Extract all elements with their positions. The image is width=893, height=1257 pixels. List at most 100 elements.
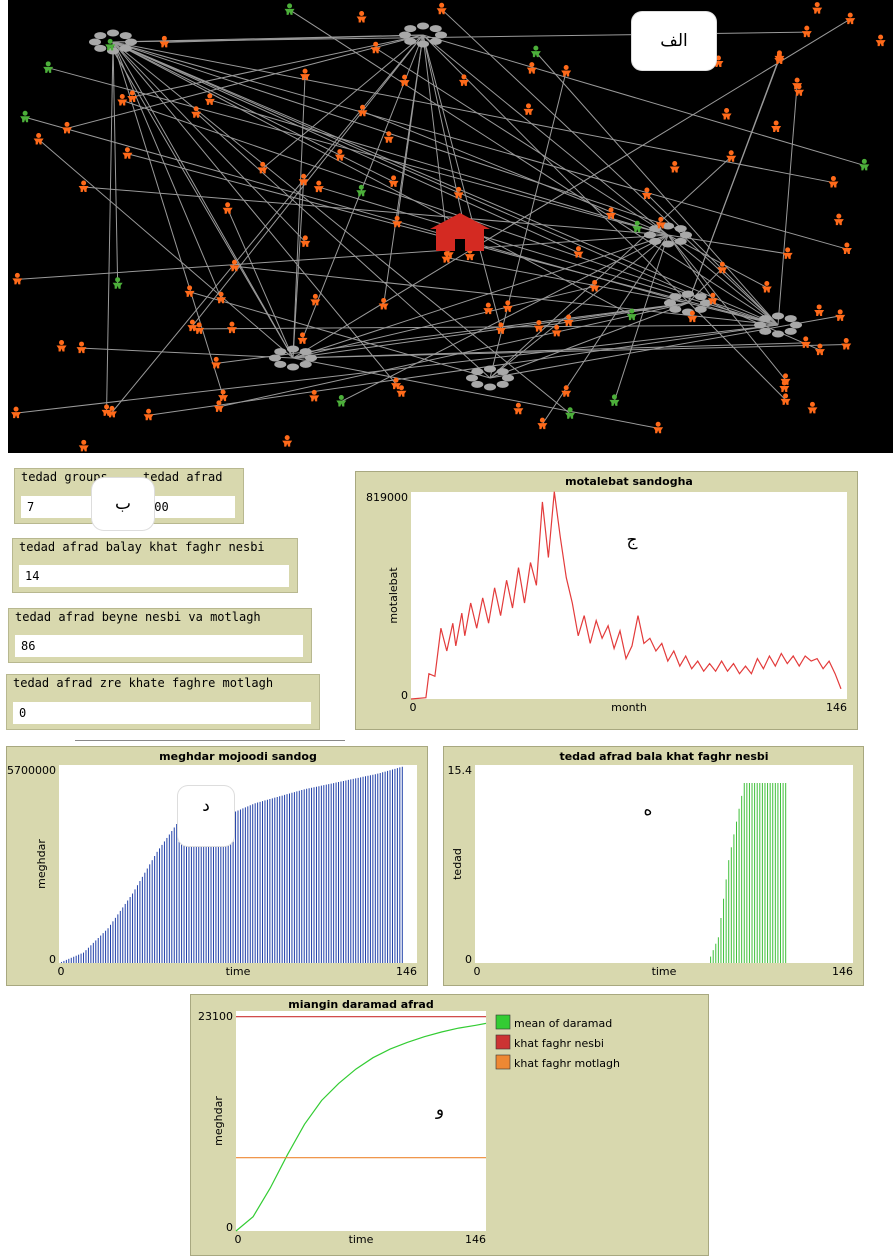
y-tick-label: 15.4 xyxy=(448,764,473,777)
legend-label: khat faghr motlagh xyxy=(514,1057,620,1070)
person-icon xyxy=(282,435,293,447)
person-icon xyxy=(159,35,170,48)
person-icon xyxy=(76,341,87,354)
legend-label: mean of daramad xyxy=(514,1017,612,1030)
person-icon xyxy=(721,107,732,120)
person-icon xyxy=(226,321,237,334)
plot-title: motalebat sandogha xyxy=(565,475,693,488)
person-icon xyxy=(561,64,572,77)
person-icon xyxy=(11,406,22,419)
person-icon xyxy=(211,356,222,369)
y-axis-label: tedad xyxy=(451,848,464,880)
legend-swatch xyxy=(495,1054,511,1070)
x-axis-label: time xyxy=(226,965,251,978)
person-icon xyxy=(761,280,772,293)
person-icon xyxy=(310,293,321,306)
person-icon xyxy=(257,161,268,174)
person-icon xyxy=(284,3,295,15)
person-icon xyxy=(383,131,394,143)
person-icon xyxy=(526,62,537,74)
person-icon xyxy=(143,408,154,421)
x-tick-label: 0 xyxy=(58,965,65,978)
person-icon xyxy=(875,34,886,47)
monitor-value-between: 86 xyxy=(15,635,303,657)
callout-d: د xyxy=(178,786,234,846)
person-icon xyxy=(117,93,128,106)
monitor-value-below-absolute: 0 xyxy=(13,702,311,724)
person-icon xyxy=(513,402,524,415)
callout-e: ه xyxy=(643,800,653,820)
house-icon xyxy=(430,213,490,251)
person-icon xyxy=(78,180,89,192)
plot-title: miangin daramad afrad xyxy=(288,998,433,1011)
y-tick-label: 819000 xyxy=(366,491,408,504)
legend-swatch xyxy=(495,1014,511,1030)
person-icon xyxy=(458,74,469,86)
x-tick-label: 0 xyxy=(410,701,417,714)
person-icon xyxy=(812,2,823,14)
legend-label: khat faghr nesbi xyxy=(514,1037,604,1050)
person-icon xyxy=(378,297,389,310)
person-icon xyxy=(771,120,782,133)
callout-b: ب xyxy=(92,478,154,530)
world-view[interactable] xyxy=(8,0,893,453)
person-icon xyxy=(814,304,825,316)
monitor-label-between: tedad afrad beyne nesbi va motlagh xyxy=(15,610,261,624)
plot-title: tedad afrad bala khat faghr nesbi xyxy=(559,750,768,763)
callout-a: الف xyxy=(632,12,716,70)
person-icon xyxy=(841,242,852,255)
network-links xyxy=(15,8,865,429)
plot-svg-2: tedad afrad bala khat faghr nesbi 15.4 00 1… xyxy=(448,750,853,978)
person-icon xyxy=(184,285,195,297)
person-icon xyxy=(56,340,67,352)
monitor-between: tedad afrad beyne nesbi va motlagh 86 xyxy=(8,608,312,663)
person-icon xyxy=(828,176,839,188)
person-icon xyxy=(388,175,399,187)
person-icon xyxy=(632,220,643,233)
person-icon xyxy=(12,272,23,285)
plot-title: meghdar mojoodi sandog xyxy=(159,750,317,763)
monitor-label-above-relative: tedad afrad balay khat faghr nesbi xyxy=(19,540,265,554)
person-icon xyxy=(370,41,381,54)
x-tick-label: 0 xyxy=(235,1233,242,1246)
x-tick-label: 146 xyxy=(826,701,847,714)
plot-motalebat-sandogha[interactable]: motalebat sandogha 819000 0 0 146 month motale… xyxy=(355,471,858,730)
person-icon xyxy=(800,336,811,348)
person-icon xyxy=(609,394,620,406)
person-icon xyxy=(297,332,308,344)
plot-meghdar-mojoodi[interactable]: meghdar mojoodi sandog 5700000 0 0 146 time me… xyxy=(6,746,428,986)
x-axis-label: time xyxy=(349,1233,374,1246)
person-icon xyxy=(561,385,572,397)
x-tick-label: 146 xyxy=(832,965,853,978)
person-icon xyxy=(194,322,205,334)
plot-svg-0: motalebat sandogha 819000 00 146 month motale… xyxy=(366,475,847,714)
x-tick-label: 146 xyxy=(396,965,417,978)
person-icon xyxy=(841,338,852,350)
legend-swatch xyxy=(495,1034,511,1050)
y-tick-label: 0 xyxy=(226,1221,233,1234)
person-icon xyxy=(859,158,870,171)
x-tick-label: 0 xyxy=(474,965,481,978)
person-icon xyxy=(313,180,324,193)
plot-svg-1: meghdar mojoodi sandog 5700000 00 146 time me… xyxy=(7,750,417,978)
person-icon xyxy=(523,103,534,115)
monitor-value-people: 100 xyxy=(141,496,235,518)
person-icon xyxy=(112,277,123,289)
person-icon xyxy=(807,401,818,414)
person-icon xyxy=(222,202,233,214)
person-icon xyxy=(336,394,347,407)
person-icon xyxy=(213,400,224,412)
y-tick-label: 23100 xyxy=(198,1010,233,1023)
person-icon xyxy=(835,309,846,321)
person-icon xyxy=(122,147,133,159)
monitor-label-people: tedad afrad xyxy=(143,470,223,484)
person-icon xyxy=(43,61,54,73)
y-tick-label: 0 xyxy=(49,953,56,966)
plot-tedad-afrad-bala[interactable]: tedad afrad bala khat faghr nesbi 15.4 0 0 1… xyxy=(443,746,864,986)
person-icon xyxy=(589,279,600,292)
y-axis-label: meghdar xyxy=(35,839,48,889)
y-axis-label: motalebat xyxy=(387,567,400,624)
person-icon xyxy=(356,10,367,23)
x-tick-label: 146 xyxy=(465,1233,486,1246)
person-icon xyxy=(300,235,311,247)
